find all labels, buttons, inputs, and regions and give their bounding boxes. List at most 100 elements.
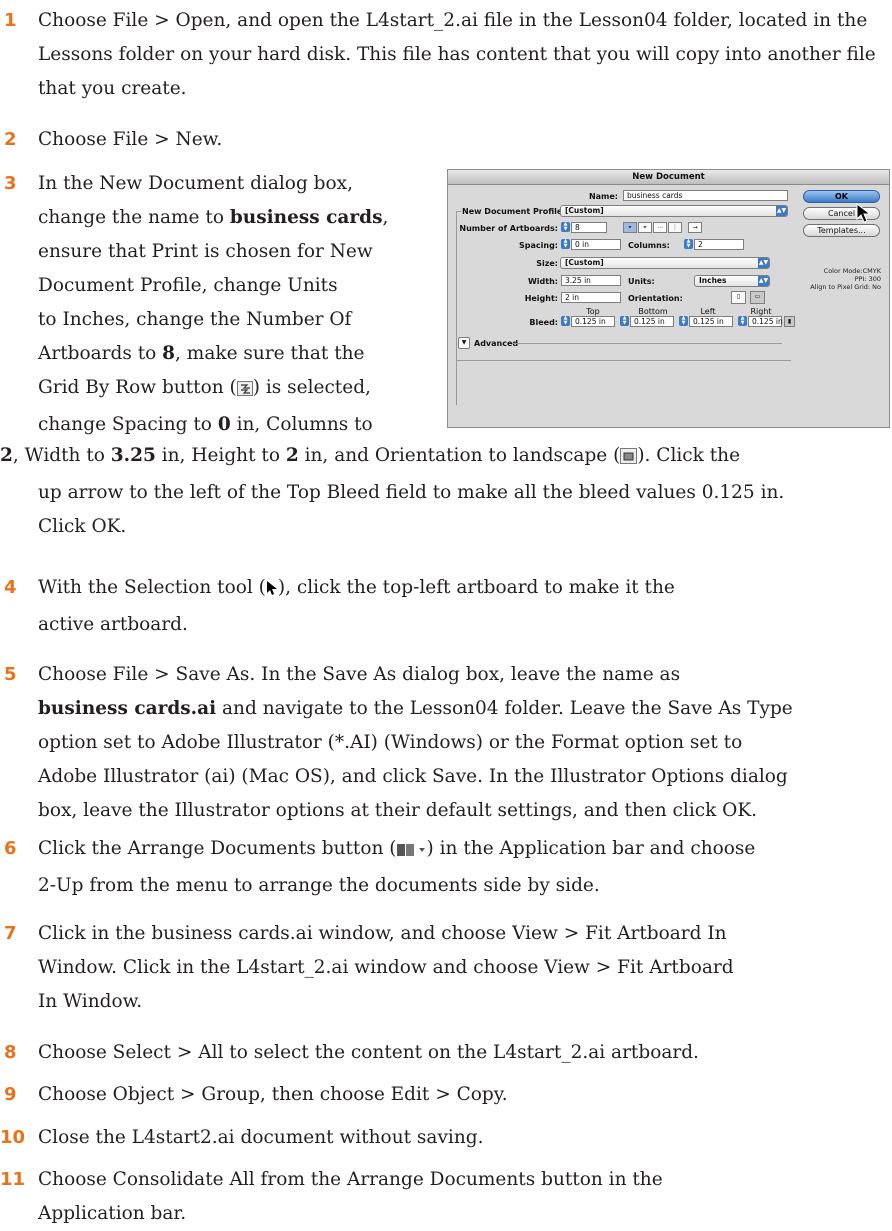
- arrange-by-column-button[interactable]: ⋮: [668, 222, 682, 233]
- step-number: 10: [0, 1127, 26, 1148]
- step-5-text: Choose File > Save As. In the Save As di…: [38, 658, 890, 828]
- artboards-field[interactable]: 8: [571, 222, 607, 233]
- landscape-button[interactable]: ▭: [750, 291, 765, 304]
- profile-value: [Custom]: [565, 206, 604, 215]
- columns-field[interactable]: 2: [694, 239, 744, 250]
- bold-value: 2: [285, 445, 299, 466]
- selection-tool-icon: [266, 574, 278, 608]
- step-number: 6: [4, 838, 17, 859]
- step-3-line: Document Profile, change Units: [38, 275, 338, 296]
- document-page: 1 Choose File > Open, and open the L4sta…: [0, 0, 892, 1229]
- text-run: change the name to: [38, 207, 230, 228]
- size-value: [Custom]: [565, 258, 604, 267]
- bleed-top-stepper[interactable]: ▲ ▼: [561, 316, 570, 326]
- columns-label: Columns:: [628, 241, 670, 250]
- step-number: 1: [4, 10, 17, 31]
- bleed-link-icon[interactable]: ▮: [784, 316, 795, 327]
- bold-value: 8: [162, 343, 176, 364]
- text-run: ) is selected,: [252, 377, 371, 398]
- step-4-line: active artboard.: [38, 614, 188, 635]
- bleed-right-stepper[interactable]: ▲ ▼: [738, 316, 747, 326]
- artboards-label: Number of Artboards:: [459, 224, 558, 233]
- step-7-text: Click in the business cards.ai window, a…: [38, 917, 890, 1019]
- height-field[interactable]: 2 in: [561, 292, 621, 303]
- text-run: in, Height to: [155, 445, 286, 466]
- step-3-line: to Inches, change the Number Of: [38, 309, 352, 330]
- templates-button[interactable]: Templates...: [803, 224, 880, 237]
- profile-select[interactable]: [Custom] ▲▼: [560, 205, 788, 217]
- width-label: Width:: [527, 277, 558, 286]
- name-label: Name:: [588, 192, 618, 201]
- bleed-right-label: Right: [750, 307, 772, 316]
- artboards-stepper[interactable]: ▲ ▼: [561, 222, 570, 232]
- units-select[interactable]: Inches ▲▼: [694, 275, 770, 287]
- bleed-left-stepper[interactable]: ▲ ▼: [679, 316, 688, 326]
- arrange-documents-icon: [396, 835, 427, 869]
- text-run: , make sure that the: [175, 343, 365, 364]
- step-5-line: box, leave the Illustrator options at th…: [38, 800, 758, 821]
- bleed-top-label: Top: [586, 307, 600, 316]
- step-5-line: business cards.ai and navigate to the Le…: [38, 692, 890, 726]
- step-10-text: Close the L4start2.ai document without s…: [38, 1127, 484, 1148]
- bleed-right-field[interactable]: 0.125 in: [748, 316, 783, 327]
- columns-stepper[interactable]: ▲ ▼: [684, 239, 693, 249]
- spacing-stepper[interactable]: ▲ ▼: [561, 239, 570, 249]
- text-run: Artboards to: [38, 343, 163, 364]
- spacing-field[interactable]: 0 in: [571, 239, 621, 250]
- units-value: Inches: [699, 276, 727, 285]
- change-to-rtl-button[interactable]: →: [688, 222, 702, 233]
- info-align: Align to Pixel Grid: No: [810, 283, 881, 291]
- text-run: Grid By Row button (: [38, 377, 237, 398]
- step-3-line: ensure that Print is chosen for New: [38, 241, 373, 262]
- text-run: in, Columns to: [230, 414, 373, 435]
- step-6-line: Click the Arrange Documents button ( ) in…: [38, 832, 890, 869]
- bleed-bottom-stepper[interactable]: ▲ ▼: [620, 316, 629, 326]
- step-3-line: change Spacing to 0 in, Columns to: [38, 408, 438, 442]
- bleed-bottom-field[interactable]: 0.125 in: [630, 316, 674, 327]
- bleed-bottom-label: Bottom: [638, 307, 668, 316]
- step-6-text: Click the Arrange Documents button ( ) in…: [38, 832, 890, 903]
- bleed-top-field[interactable]: 0.125 in: [571, 316, 615, 327]
- step-number: 11: [0, 1169, 26, 1190]
- ok-button[interactable]: OK: [803, 190, 880, 203]
- text-run: in, and Orientation to landscape (: [298, 445, 621, 466]
- step-3-line: 2, Width to 3.25 in, Height to 2 in, and…: [0, 439, 890, 476]
- grid-by-column-button[interactable]: ⌖: [638, 222, 652, 233]
- step-number: 8: [4, 1042, 17, 1063]
- text-run: Click the Arrange Documents button (: [38, 838, 397, 859]
- name-field[interactable]: business cards: [623, 190, 788, 201]
- chevron-down-icon: ▲▼: [758, 258, 769, 268]
- step-number: 3: [4, 173, 17, 194]
- step-3-line: In the New Document dialog box,: [38, 173, 353, 194]
- step-3-line: Click OK.: [38, 516, 127, 537]
- chevron-down-icon: ▲▼: [776, 206, 787, 216]
- width-field[interactable]: 3.25 in: [561, 275, 621, 286]
- text-run: ), click the top-left artboard to make i…: [277, 577, 675, 598]
- step-3-text-continued: 2, Width to 3.25 in, Height to 2 in, and…: [0, 439, 890, 544]
- step-number: 5: [4, 664, 17, 685]
- text-run: ) in the Application bar and choose: [426, 838, 756, 859]
- step-6-line: 2-Up from the menu to arrange the docume…: [38, 875, 600, 896]
- arrange-by-row-button[interactable]: ⋯: [653, 222, 667, 233]
- info-color-mode: Color Mode:CMYK: [823, 267, 881, 275]
- portrait-button[interactable]: ▯: [731, 291, 746, 304]
- grid-by-row-button[interactable]: ⌖: [623, 222, 637, 233]
- text-run: and navigate to the Lesson04 folder. Lea…: [216, 698, 793, 719]
- step-3-line: change the name to business cards,: [38, 201, 438, 235]
- bleed-left-field[interactable]: 0.125 in: [689, 316, 733, 327]
- bleed-left-label: Left: [700, 307, 716, 316]
- group-bottom-line: [456, 360, 791, 361]
- step-5-line: Choose File > Save As. In the Save As di…: [38, 664, 681, 685]
- orientation-label: Orientation:: [628, 294, 683, 303]
- size-select[interactable]: [Custom] ▲▼: [560, 257, 770, 269]
- step-1-text: Choose File > Open, and open the L4start…: [38, 10, 876, 99]
- dialog-title: New Document: [448, 170, 889, 185]
- group-line: [456, 211, 461, 212]
- step-11-line: Choose Consolidate All from the Arrange …: [38, 1169, 663, 1190]
- step-8-text: Choose Select > All to select the conten…: [38, 1042, 699, 1063]
- text-run: With the Selection tool (: [38, 577, 266, 598]
- advanced-disclosure-icon[interactable]: ▼: [458, 337, 470, 349]
- text-run: ,: [382, 207, 389, 228]
- step-5-line: Adobe Illustrator (ai) (Mac OS), and cli…: [38, 766, 788, 787]
- step-7-line: Click in the business cards.ai window, a…: [38, 923, 727, 944]
